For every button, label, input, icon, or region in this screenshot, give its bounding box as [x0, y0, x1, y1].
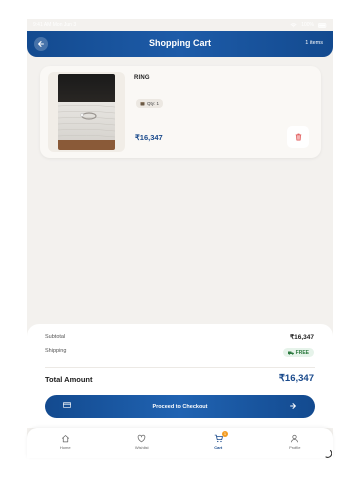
product-image-frame [48, 72, 125, 152]
cart-item-card[interactable]: RING Qty: 1 ₹16,347 [40, 66, 321, 158]
quantity-badge: Qty: 1 [136, 99, 164, 108]
shipping-value: FREE [295, 349, 309, 356]
shipping-label: Shipping [45, 348, 67, 354]
app-root: Shopping Cart 1 items 9:41 AM Mon Jun 3 … [0, 0, 360, 480]
order-summary: Subtotal ₹16,347 Shipping FREE Total Amo… [27, 324, 333, 428]
battery-icon [318, 22, 327, 28]
product-image[interactable] [58, 74, 115, 150]
credit-card-icon [63, 402, 71, 408]
home-icon [61, 435, 69, 443]
nav-item-cart[interactable]: 1 Cart [180, 428, 257, 458]
battery-percent: 100% [301, 22, 314, 28]
nav-label-cart: Cart [214, 445, 223, 450]
header-bar: Shopping Cart 1 items [27, 31, 333, 57]
arrow-right-icon [290, 403, 296, 409]
cart-count-badge: 1 [222, 431, 228, 437]
items-count: 1 items [305, 40, 323, 46]
nav-label-home: Home [59, 445, 71, 450]
shipping-free-badge: FREE [282, 348, 314, 357]
user-icon [291, 434, 299, 443]
wifi-icon [290, 22, 297, 27]
product-price: ₹16,347 [135, 133, 163, 142]
total-value: ₹16,347 [278, 373, 314, 384]
total-label: Total Amount [45, 375, 93, 384]
status-time: 9:41 AM Mon Jun 3 [33, 22, 77, 28]
checkout-button[interactable]: Proceed to Checkout [45, 395, 315, 418]
checkout-label: Proceed to Checkout [152, 403, 208, 410]
nav-label-wishlist: Wishlist [134, 445, 149, 450]
loading-spinner-icon [325, 449, 332, 458]
summary-divider [45, 367, 315, 368]
truck-icon [287, 351, 294, 355]
subtotal-value: ₹16,347 [289, 334, 314, 341]
status-indicators: 100% [290, 22, 327, 28]
nav-item-wishlist[interactable]: Wishlist [104, 428, 181, 458]
nav-item-home[interactable]: Home [27, 428, 104, 458]
bottom-nav: Home Wishlist 1 Cart Profile [27, 428, 333, 458]
nav-label-profile: Profile [289, 445, 301, 450]
subtotal-label: Subtotal [45, 334, 66, 340]
page-title: Shopping Cart [149, 38, 211, 48]
quantity-text: Qty: 1 [147, 101, 160, 106]
box-icon [140, 102, 145, 106]
product-name: RING [134, 75, 150, 81]
heart-icon [137, 434, 146, 443]
status-bar: 9:41 AM Mon Jun 3 100% [27, 19, 333, 31]
delete-button[interactable] [287, 126, 309, 148]
trash-icon [295, 133, 301, 141]
